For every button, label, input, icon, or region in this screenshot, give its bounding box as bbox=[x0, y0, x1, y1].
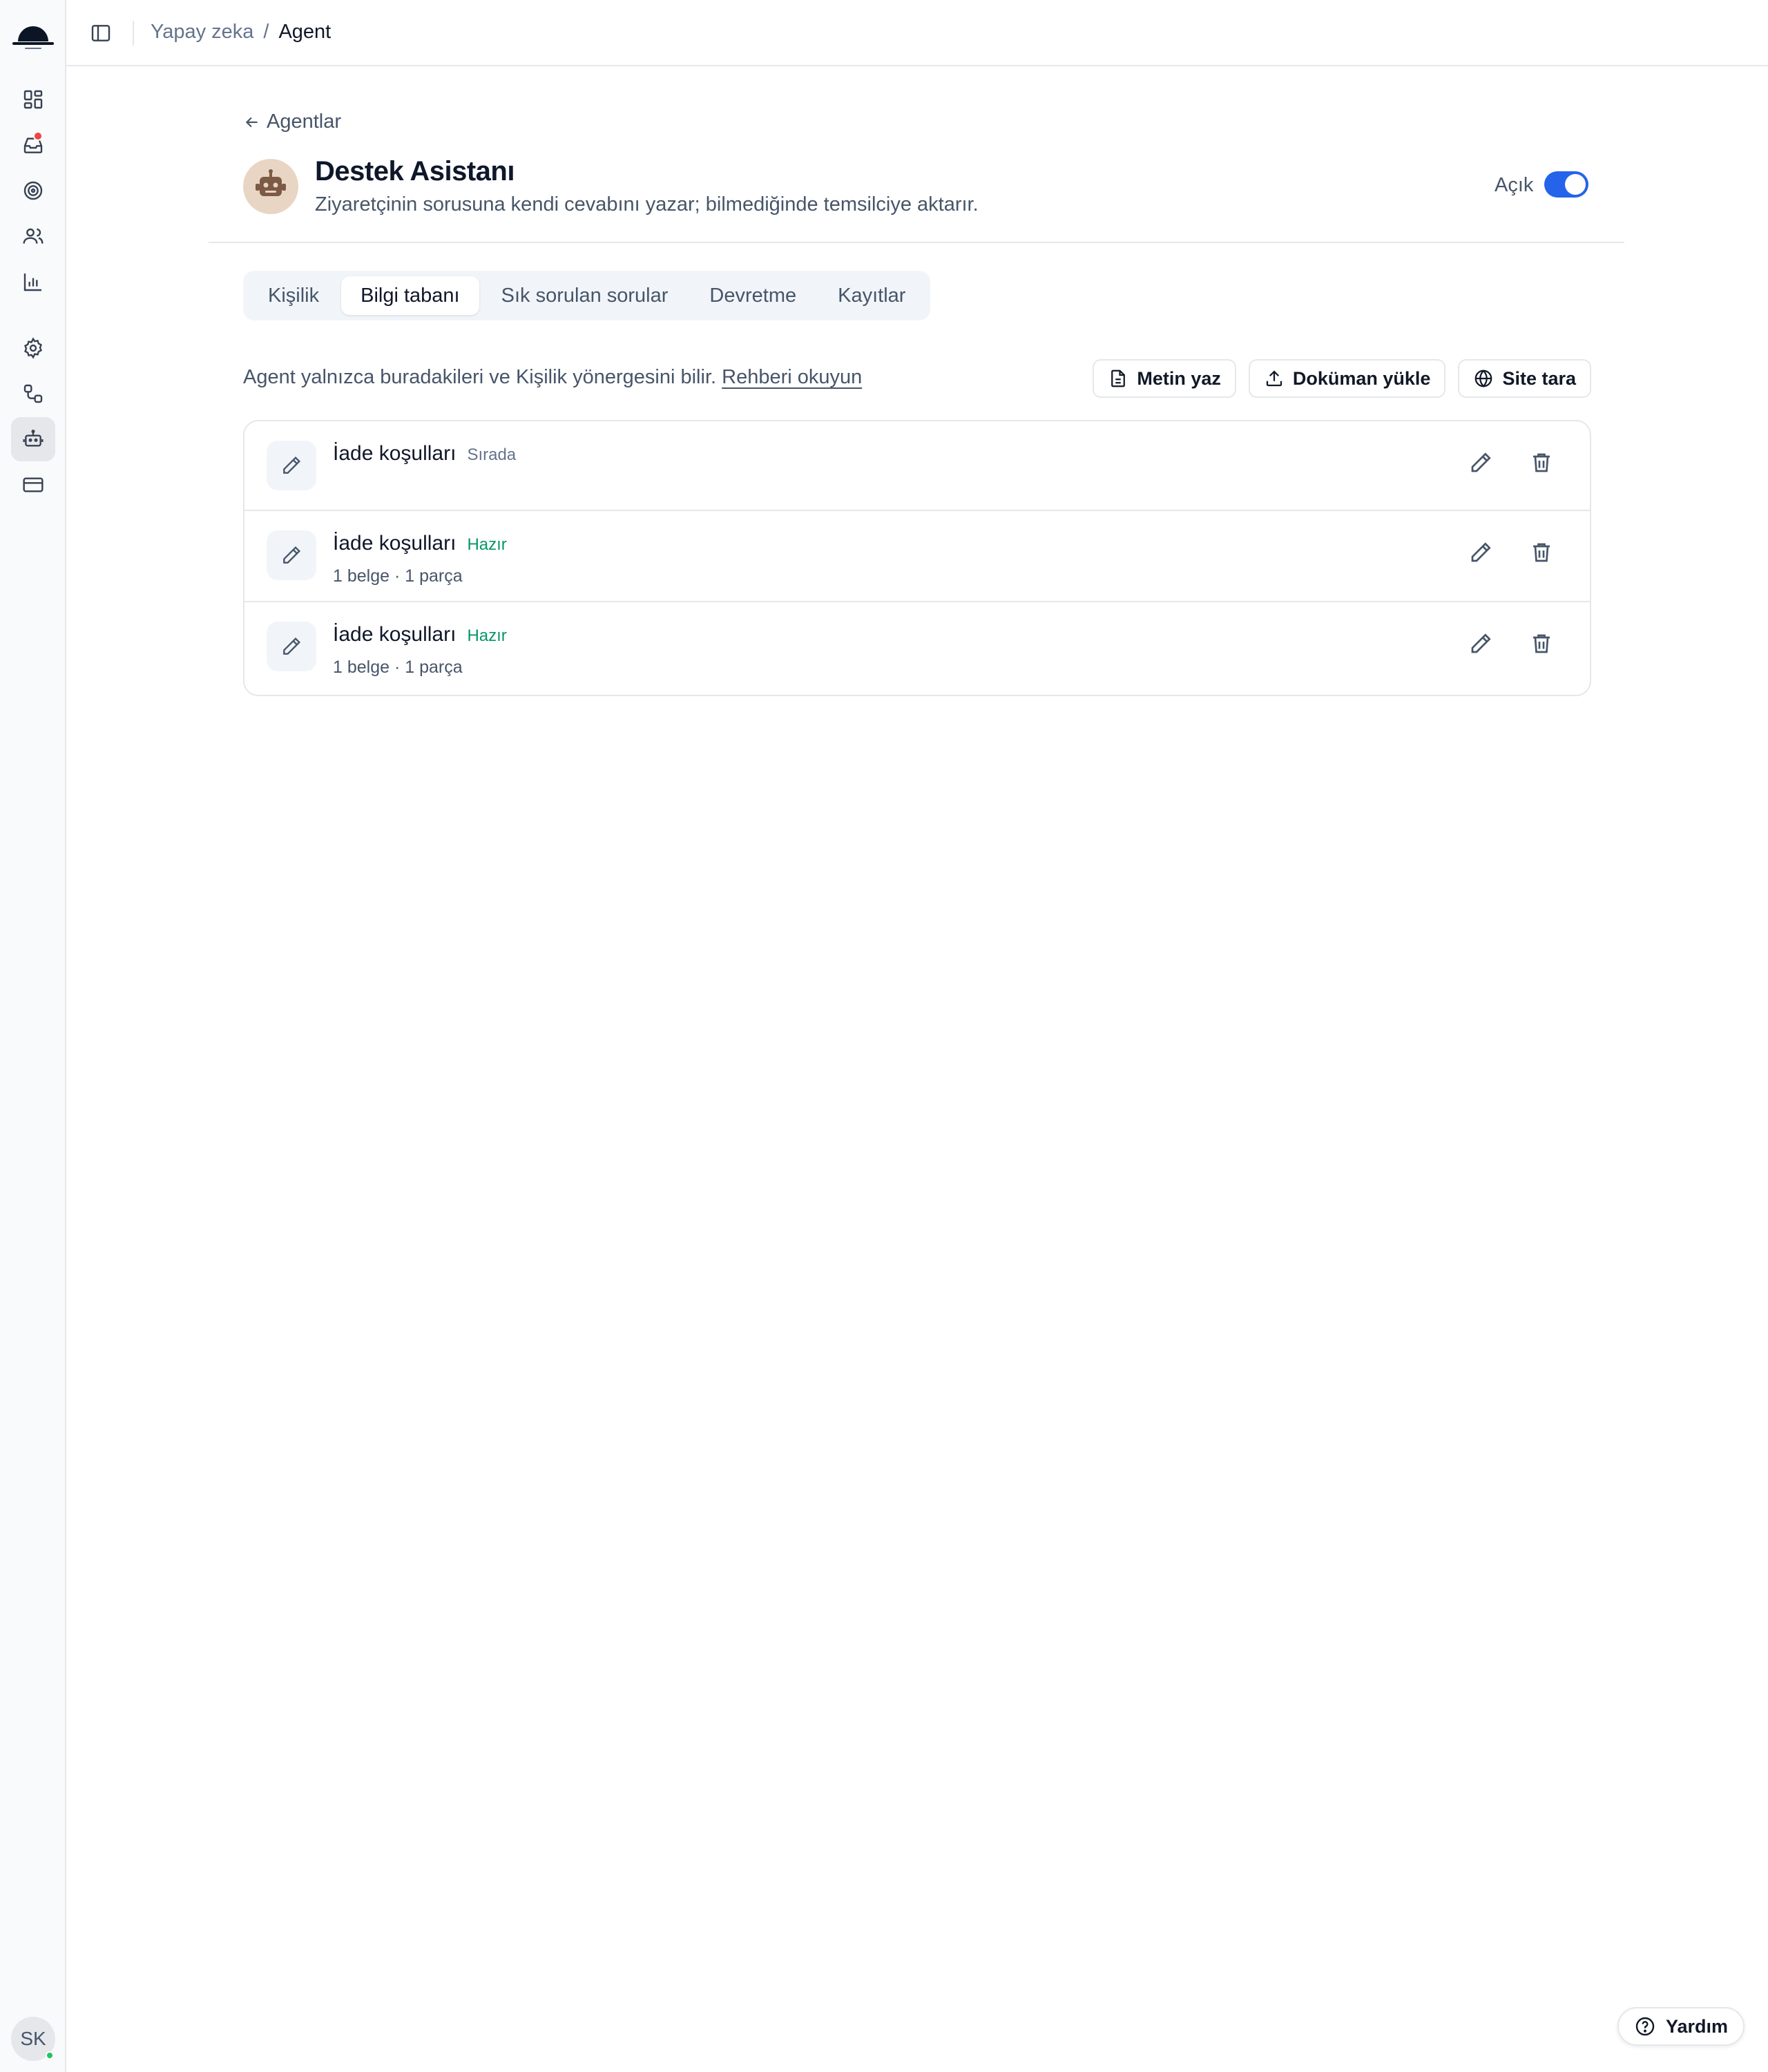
gear-icon bbox=[24, 337, 42, 359]
write-text-button[interactable]: Metin yaz bbox=[1093, 359, 1236, 398]
help-label: Yardım bbox=[1665, 2015, 1728, 2037]
knowledge-item[interactable]: İade koşulları Hazır 1 belge · 1 parça bbox=[244, 511, 1590, 602]
sidebar-toggle-icon bbox=[91, 25, 110, 41]
edit-icon bbox=[1471, 452, 1491, 472]
knowledge-actions: Metin yaz Doküman yükle Site tara bbox=[1093, 359, 1591, 398]
trash-icon bbox=[1533, 634, 1550, 653]
target-icon bbox=[23, 181, 43, 200]
tab-faq[interactable]: Sık sorulan sorular bbox=[482, 276, 688, 315]
tab-personality[interactable]: Kişilik bbox=[249, 276, 338, 315]
document-icon bbox=[1111, 370, 1126, 387]
upload-document-button[interactable]: Doküman yükle bbox=[1248, 359, 1446, 398]
trash-icon bbox=[1533, 453, 1550, 472]
guide-link[interactable]: Rehberi okuyun bbox=[722, 366, 862, 388]
knowledge-item[interactable]: İade koşulları Hazır 1 belge · 1 parça bbox=[244, 602, 1590, 695]
back-link[interactable]: Agentlar bbox=[243, 111, 341, 133]
logo[interactable] bbox=[10, 14, 57, 52]
knowledge-item-name: İade koşulları bbox=[333, 532, 457, 555]
toggle-knob bbox=[1565, 174, 1586, 195]
breadcrumb-separator: / bbox=[263, 21, 269, 43]
tab-knowledge-base[interactable]: Bilgi tabanı bbox=[341, 276, 479, 315]
help-button[interactable]: Yardım bbox=[1617, 2007, 1745, 2046]
delete-button[interactable] bbox=[1529, 540, 1557, 568]
breadcrumb-current: Agent bbox=[278, 21, 332, 43]
knowledge-item[interactable]: İade koşulları Sırada bbox=[244, 421, 1590, 511]
nav-integrations[interactable] bbox=[11, 372, 55, 416]
bot-icon bbox=[23, 430, 44, 447]
knowledge-item-title: İade koşulları Hazır bbox=[333, 623, 507, 646]
header-divider bbox=[209, 242, 1624, 243]
topbar-divider bbox=[133, 21, 134, 46]
delete-button[interactable] bbox=[1529, 450, 1557, 478]
knowledge-item-title: İade koşulları Hazır bbox=[333, 532, 507, 555]
help-icon bbox=[1635, 2017, 1655, 2036]
edit-icon bbox=[1471, 633, 1491, 653]
sidebar: SK bbox=[0, 0, 66, 2072]
nav-dashboard[interactable] bbox=[11, 77, 55, 122]
back-link-label: Agentlar bbox=[267, 111, 342, 133]
sidebar-toggle-button[interactable] bbox=[90, 22, 112, 44]
nav-ai-agent[interactable] bbox=[11, 417, 55, 461]
arrow-left-icon bbox=[245, 117, 258, 127]
knowledge-info: Agent yalnızca buradakileri ve Kişilik y… bbox=[243, 366, 862, 389]
upload-document-label: Doküman yükle bbox=[1292, 367, 1431, 389]
edit-button[interactable] bbox=[1468, 631, 1496, 659]
edit-icon bbox=[1471, 542, 1491, 562]
knowledge-item-name: İade koşulları bbox=[333, 442, 457, 465]
pencil-icon bbox=[267, 622, 316, 671]
topbar: Yapay zeka / Agent bbox=[66, 0, 1768, 66]
card-icon bbox=[23, 477, 44, 492]
knowledge-list: İade koşulları Sırada İade koşulları Haz… bbox=[243, 420, 1591, 696]
agent-tabs: Kişilik Bilgi tabanı Sık sorulan sorular… bbox=[243, 271, 931, 320]
knowledge-item-name: İade koşulları bbox=[333, 623, 457, 646]
edit-button[interactable] bbox=[1468, 540, 1496, 568]
pencil-icon bbox=[267, 530, 316, 580]
nav-settings[interactable] bbox=[11, 326, 55, 370]
trash-icon bbox=[1533, 543, 1550, 562]
globe-icon bbox=[1475, 370, 1492, 387]
nav-billing[interactable] bbox=[11, 463, 55, 507]
agent-name: Destek Asistanı bbox=[315, 156, 515, 186]
knowledge-item-meta: 1 belge · 1 parça bbox=[333, 566, 463, 586]
status-badge: Hazır bbox=[467, 626, 507, 645]
chart-icon bbox=[23, 274, 41, 291]
nav-users[interactable] bbox=[11, 214, 55, 258]
scan-site-button[interactable]: Site tara bbox=[1458, 359, 1591, 398]
online-indicator bbox=[46, 2051, 54, 2060]
integrations-icon bbox=[23, 384, 43, 403]
knowledge-item-meta: 1 belge · 1 parça bbox=[333, 658, 463, 677]
user-avatar[interactable]: SK bbox=[11, 2017, 55, 2061]
pencil-icon bbox=[267, 441, 316, 490]
breadcrumb-parent[interactable]: Yapay zeka bbox=[151, 21, 253, 44]
user-initials: SK bbox=[20, 2028, 46, 2049]
delete-button[interactable] bbox=[1529, 631, 1557, 659]
dashboard-icon bbox=[23, 90, 43, 109]
agent-description: Ziyaretçinin sorusuna kendi cevabını yaz… bbox=[315, 193, 979, 215]
edit-button[interactable] bbox=[1468, 450, 1496, 478]
breadcrumb: Yapay zeka / Agent bbox=[151, 21, 331, 44]
agent-avatar bbox=[243, 159, 298, 214]
robot-icon bbox=[256, 169, 286, 196]
nav-reports[interactable] bbox=[11, 260, 55, 304]
upload-icon bbox=[1266, 370, 1282, 387]
agent-enabled-toggle[interactable] bbox=[1544, 171, 1588, 198]
tab-handoff[interactable]: Devretme bbox=[690, 276, 816, 315]
notification-badge bbox=[33, 131, 43, 141]
main-content: Agentlar Destek Asistanı Ziyaretçinin so… bbox=[66, 66, 1768, 2072]
knowledge-item-title: İade koşulları Sırada bbox=[333, 442, 516, 466]
tab-logs[interactable]: Kayıtlar bbox=[818, 276, 925, 315]
users-icon bbox=[23, 228, 44, 244]
agent-status-label: Açık bbox=[1495, 174, 1534, 196]
knowledge-info-text: Agent yalnızca buradakileri ve Kişilik y… bbox=[243, 366, 717, 388]
write-text-label: Metin yaz bbox=[1137, 367, 1221, 389]
scan-site-label: Site tara bbox=[1502, 367, 1576, 389]
status-badge: Hazır bbox=[467, 535, 507, 554]
nav-inbox[interactable] bbox=[11, 123, 55, 167]
status-badge: Sırada bbox=[467, 445, 517, 464]
nav-targets[interactable] bbox=[11, 169, 55, 213]
